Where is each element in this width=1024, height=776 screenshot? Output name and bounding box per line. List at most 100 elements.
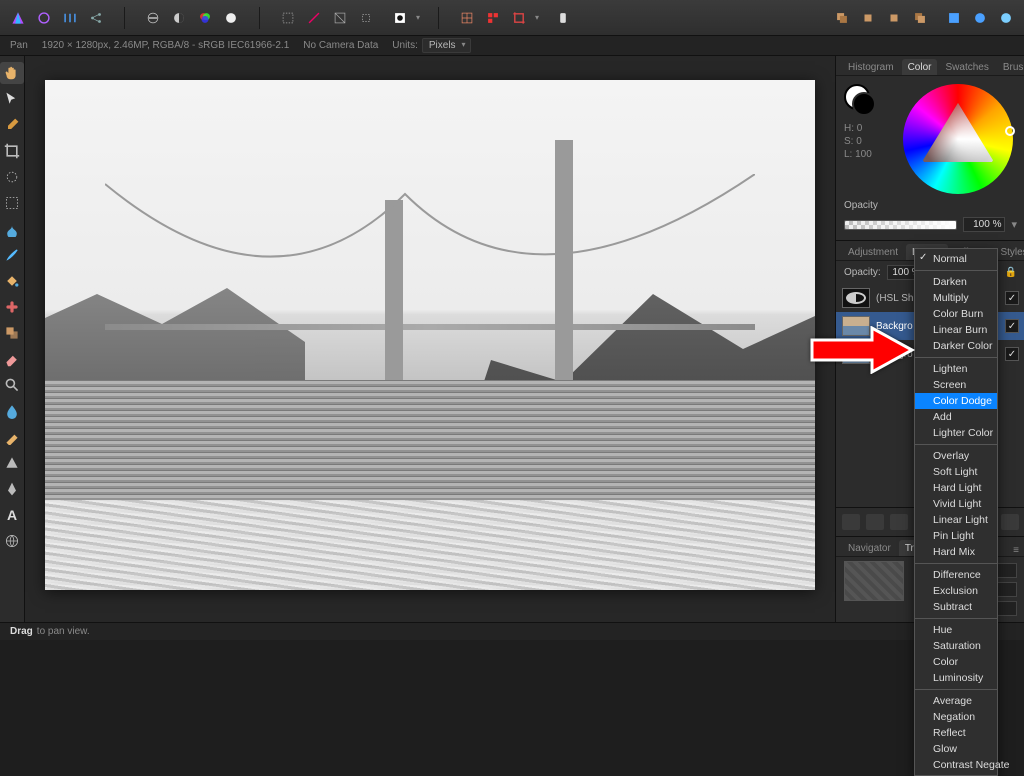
blend-mode-item[interactable]: Overlay (915, 448, 997, 464)
exposure-icon[interactable] (169, 8, 189, 28)
blend-mode-item[interactable]: Reflect (915, 725, 997, 741)
blend-mode-item[interactable]: Lighten (915, 361, 997, 377)
opacity-slider[interactable] (844, 220, 957, 230)
crop-tool[interactable] (0, 140, 24, 162)
arrange-back-icon[interactable] (832, 8, 852, 28)
blend-mode-item[interactable]: Negation (915, 709, 997, 725)
marquee-tool[interactable] (0, 192, 24, 214)
canvas-area[interactable] (25, 56, 835, 622)
blend-mode-item[interactable]: Pin Light (915, 528, 997, 544)
studio-toggle-1-icon[interactable] (944, 8, 964, 28)
quickmask-icon[interactable] (390, 8, 410, 28)
blend-mode-item[interactable]: Hue (915, 622, 997, 638)
blend-mode-item[interactable]: Hard Light (915, 480, 997, 496)
color-wheel[interactable] (903, 84, 1013, 194)
blend-mode-item[interactable]: Contrast Negate (915, 757, 997, 773)
white-balance-icon[interactable] (221, 8, 241, 28)
arrange-front-icon[interactable] (910, 8, 930, 28)
erase-tool[interactable] (0, 348, 24, 370)
units-label: Units: (392, 40, 418, 51)
blend-mode-item[interactable]: Normal (915, 251, 997, 267)
blend-mode-item[interactable]: Glow (915, 741, 997, 757)
grid-red-icon[interactable] (483, 8, 503, 28)
blend-mode-item[interactable]: Darken (915, 274, 997, 290)
blend-mode-item[interactable]: Screen (915, 377, 997, 393)
smudge-tool[interactable] (0, 426, 24, 448)
tab-swatches[interactable]: Swatches (939, 59, 994, 75)
blend-mode-item[interactable]: Linear Burn (915, 322, 997, 338)
panel-menu-icon[interactable]: ≡ (1007, 545, 1024, 556)
pan-tool[interactable] (0, 62, 24, 84)
dodge-tool[interactable] (0, 374, 24, 396)
tab-brushes[interactable]: Brushes (997, 59, 1024, 75)
units-dropdown[interactable]: Pixels (422, 38, 471, 53)
blend-mode-item[interactable]: Exclusion (915, 583, 997, 599)
blend-mode-item[interactable]: Subtract (915, 599, 997, 615)
blend-mode-menu[interactable]: Normal DarkenMultiplyColor BurnLinear Bur… (914, 248, 998, 776)
tab-styles[interactable]: Styles (994, 244, 1024, 260)
document-canvas[interactable] (45, 80, 815, 590)
blend-mode-item[interactable]: Multiply (915, 290, 997, 306)
anchor-selector[interactable] (844, 561, 904, 601)
fill-tool[interactable] (0, 270, 24, 292)
blend-mode-item[interactable]: Hard Mix (915, 544, 997, 560)
share-icon[interactable] (86, 8, 106, 28)
persona-liquify-icon[interactable] (60, 8, 80, 28)
color-picker-tool[interactable] (0, 114, 24, 136)
selection-grow-icon[interactable] (356, 8, 376, 28)
arrange-backward-icon[interactable] (858, 8, 878, 28)
persona-photo-icon[interactable] (34, 8, 54, 28)
layer-visibility-checkbox[interactable]: ✓ (1005, 319, 1019, 333)
selection-invert-icon[interactable] (330, 8, 350, 28)
color-balance-icon[interactable] (195, 8, 215, 28)
mask-layer-icon[interactable] (842, 514, 860, 530)
opacity-value[interactable]: 100 % (963, 217, 1005, 232)
blend-mode-item[interactable]: Color (915, 654, 997, 670)
blend-mode-item[interactable]: Luminosity (915, 670, 997, 686)
blend-mode-item[interactable]: Average (915, 693, 997, 709)
flood-select-tool[interactable] (0, 218, 24, 240)
delete-layer-icon[interactable] (1001, 514, 1019, 530)
tab-color[interactable]: Color (902, 59, 938, 75)
shapes-tool[interactable] (0, 452, 24, 474)
blend-mode-item[interactable]: Difference (915, 567, 997, 583)
blend-mode-item[interactable]: Darker Color (915, 338, 997, 354)
export-persona-tool[interactable] (0, 530, 24, 552)
selection-rect-icon[interactable] (278, 8, 298, 28)
clone-tool[interactable] (0, 322, 24, 344)
blend-mode-item[interactable]: Color Burn (915, 306, 997, 322)
move-tool[interactable] (0, 88, 24, 110)
blend-mode-item[interactable]: Vivid Light (915, 496, 997, 512)
blend-mode-item[interactable]: Lighter Color (915, 425, 997, 441)
blend-mode-item[interactable]: Saturation (915, 638, 997, 654)
studio-toggle-3-icon[interactable] (996, 8, 1016, 28)
healing-brush-tool[interactable] (0, 296, 24, 318)
arrange-forward-icon[interactable] (884, 8, 904, 28)
tab-adjustment[interactable]: Adjustment (842, 244, 904, 260)
app-logo-icon[interactable] (8, 8, 28, 28)
blur-tool[interactable] (0, 400, 24, 422)
blend-mode-item[interactable]: Soft Light (915, 464, 997, 480)
tab-histogram[interactable]: Histogram (842, 59, 900, 75)
lock-icon[interactable]: 🔒 (1005, 267, 1017, 278)
crop-tool-icon[interactable] (509, 8, 529, 28)
selection-diagonal-icon[interactable] (304, 8, 324, 28)
tab-navigator[interactable]: Navigator (842, 540, 897, 556)
blend-mode-item[interactable]: Linear Light (915, 512, 997, 528)
blend-mode-item[interactable]: Add (915, 409, 997, 425)
opacity-dropdown-icon[interactable]: ▾ (1011, 218, 1017, 231)
foreground-background-swatch[interactable] (844, 84, 870, 110)
pen-tool[interactable] (0, 478, 24, 500)
text-tool[interactable]: A (0, 504, 24, 526)
adjustment-layer-icon[interactable] (866, 514, 884, 530)
fx-layer-icon[interactable] (890, 514, 908, 530)
grid-orange-icon[interactable] (457, 8, 477, 28)
paint-brush-tool[interactable] (0, 244, 24, 266)
blend-mode-item[interactable]: Color Dodge (915, 393, 997, 409)
layer-visibility-checkbox[interactable]: ✓ (1005, 347, 1019, 361)
layer-visibility-checkbox[interactable]: ✓ (1005, 291, 1019, 305)
levels-icon[interactable] (143, 8, 163, 28)
studio-toggle-2-icon[interactable] (970, 8, 990, 28)
assistant-icon[interactable] (553, 8, 573, 28)
selection-brush-tool[interactable] (0, 166, 24, 188)
